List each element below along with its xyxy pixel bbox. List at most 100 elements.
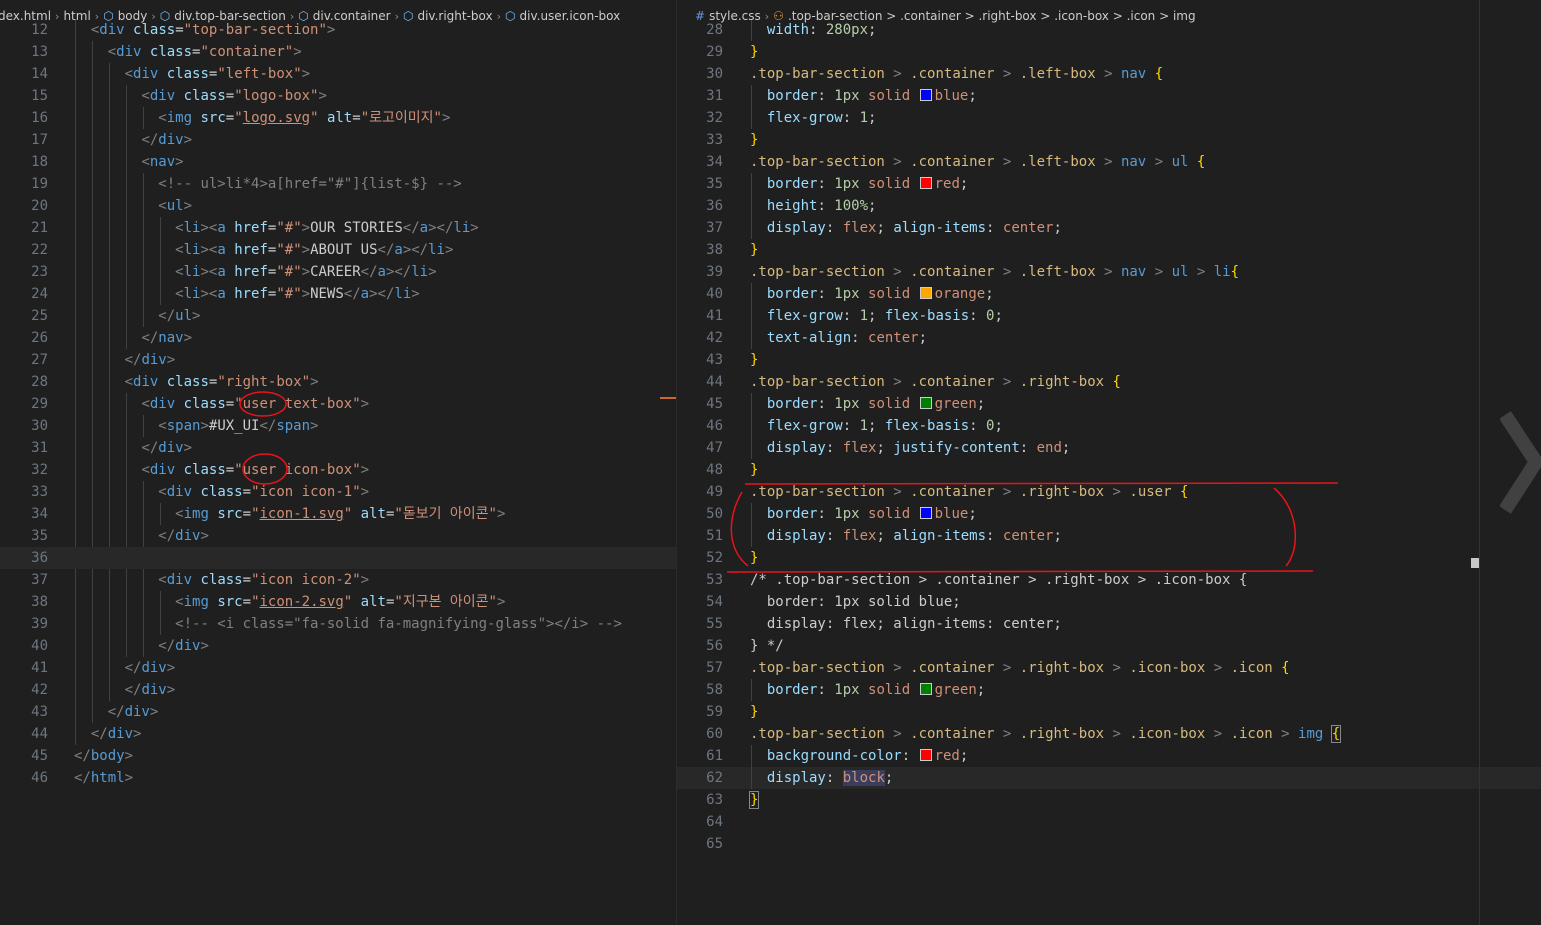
code-text: <ul>: [158, 198, 193, 214]
code-line[interactable]: 19 <!-- ul>li*4>a[href="#"]{list-$} -->: [0, 173, 676, 195]
code-line[interactable]: 54 border: 1px solid blue;: [677, 591, 1541, 613]
breadcrumb-item[interactable]: ⚇ .top-bar-section > .container > .right-…: [773, 9, 1195, 23]
code-line[interactable]: 41 flex-grow: 1; flex-basis: 0;: [677, 305, 1541, 327]
line-number: 22: [31, 242, 48, 258]
breadcrumb-item[interactable]: ⬡ div.top-bar-section: [160, 9, 286, 23]
code-line[interactable]: 23 <li><a href="#">CAREER</a></li>: [0, 261, 676, 283]
code-line[interactable]: 42 </div>: [0, 679, 676, 701]
code-line[interactable]: 51 display: flex; align-items: center;: [677, 525, 1541, 547]
code-line[interactable]: 63}: [677, 789, 1541, 811]
css-editor-pane[interactable]: 28 width: 280px; 29} 30 .top-bar-section > …: [677, 0, 1541, 925]
code-line[interactable]: 15 <div class="logo-box">: [0, 85, 676, 107]
code-line[interactable]: 27 </div>: [0, 349, 676, 371]
code-line[interactable]: 33}: [677, 129, 1541, 151]
code-line[interactable]: 40 border: 1px solid orange;: [677, 283, 1541, 305]
html-editor-pane[interactable]: 12 <div class="top-bar-section"> 13 <div …: [0, 0, 676, 925]
code-line[interactable]: 34 .top-bar-section > .container > .left-…: [677, 151, 1541, 173]
line-number: 38: [31, 594, 48, 610]
code-line[interactable]: 21 <li><a href="#">OUR STORIES</a></li>: [0, 217, 676, 239]
code-line[interactable]: 43 </div>: [0, 701, 676, 723]
code-line[interactable]: 37 <div class="icon icon-2">: [0, 569, 676, 591]
code-line[interactable]: 24 <li><a href="#">NEWS</a></li>: [0, 283, 676, 305]
code-line[interactable]: 17 </div>: [0, 129, 676, 151]
code-line[interactable]: 41 </div>: [0, 657, 676, 679]
code-line[interactable]: 42 text-align: center;: [677, 327, 1541, 349]
code-line[interactable]: 32 <div class="user icon-box">: [0, 459, 676, 481]
code-line[interactable]: 13 <div class="container">: [0, 41, 676, 63]
code-line[interactable]: 60 .top-bar-section > .container > .right…: [677, 723, 1541, 745]
code-text: display: block;: [766, 770, 894, 786]
code-line[interactable]: 38}: [677, 239, 1541, 261]
code-line[interactable]: 53 /* .top-bar-section > .container > .ri…: [677, 569, 1541, 591]
code-line[interactable]: 39 <!-- <i class="fa-solid fa-magnifying…: [0, 613, 676, 635]
scrollbar-thumb[interactable]: [1471, 558, 1479, 568]
breadcrumb-item[interactable]: html: [63, 9, 90, 23]
code-line[interactable]: 33 <div class="icon icon-1">: [0, 481, 676, 503]
code-line[interactable]: 22 <li><a href="#">ABOUT US</a></li>: [0, 239, 676, 261]
code-line[interactable]: 20 <ul>: [0, 195, 676, 217]
code-text: }: [748, 791, 760, 809]
breadcrumb-item[interactable]: # style.css: [695, 9, 761, 23]
code-line[interactable]: 28 <div class="right-box">: [0, 371, 676, 393]
code-line[interactable]: 30 <span>#UX_UI</span>: [0, 415, 676, 437]
code-line[interactable]: 58 border: 1px solid green;: [677, 679, 1541, 701]
code-line[interactable]: 32 flex-grow: 1;: [677, 107, 1541, 129]
code-text: border: 1px solid red;: [766, 176, 969, 192]
code-line[interactable]: 29}: [677, 41, 1541, 63]
code-text: <li><a href="#">OUR STORIES</a></li>: [175, 220, 479, 236]
line-number: 31: [706, 88, 723, 104]
selector-symbol-icon: ⚇: [773, 9, 784, 23]
code-line[interactable]: 52}: [677, 547, 1541, 569]
code-line[interactable]: 37 display: flex; align-items: center;: [677, 217, 1541, 239]
code-line[interactable]: 25 </ul>: [0, 305, 676, 327]
code-line[interactable]: 46 </html>: [0, 767, 676, 789]
code-line[interactable]: 59}: [677, 701, 1541, 723]
code-line[interactable]: 55 display: flex; align-items: center;: [677, 613, 1541, 635]
breadcrumb-item[interactable]: ⬡ body: [103, 9, 147, 23]
line-number: 28: [31, 374, 48, 390]
code-line[interactable]: 57 .top-bar-section > .container > .right…: [677, 657, 1541, 679]
breadcrumb-item[interactable]: ⬡ div.user.icon-box: [505, 9, 620, 23]
code-line[interactable]: 31 border: 1px solid blue;: [677, 85, 1541, 107]
html-code-area[interactable]: 12 <div class="top-bar-section"> 13 <div …: [0, 19, 676, 789]
code-line[interactable]: 61 background-color: red;: [677, 745, 1541, 767]
code-line[interactable]: 47 display: flex; justify-content: end;: [677, 437, 1541, 459]
line-number: 16: [31, 110, 48, 126]
code-line[interactable]: 46 flex-grow: 1; flex-basis: 0;: [677, 415, 1541, 437]
code-line[interactable]: 50 border: 1px solid blue;: [677, 503, 1541, 525]
code-line[interactable]: 36: [0, 547, 676, 569]
code-line[interactable]: 45 </body>: [0, 745, 676, 767]
code-line[interactable]: 65: [677, 833, 1541, 855]
code-line[interactable]: 35 </div>: [0, 525, 676, 547]
code-line[interactable]: 18 <nav>: [0, 151, 676, 173]
breadcrumb-item[interactable]: ⬡ div.container: [298, 9, 390, 23]
code-line[interactable]: 26 </nav>: [0, 327, 676, 349]
code-line[interactable]: 64: [677, 811, 1541, 833]
code-line[interactable]: 45 border: 1px solid green;: [677, 393, 1541, 415]
code-line[interactable]: 48}: [677, 459, 1541, 481]
code-line[interactable]: 14 <div class="left-box">: [0, 63, 676, 85]
code-line[interactable]: 29 <div class="user text-box">: [0, 393, 676, 415]
code-line[interactable]: 35 border: 1px solid red;: [677, 173, 1541, 195]
code-line[interactable]: 44 </div>: [0, 723, 676, 745]
line-number: 41: [706, 308, 723, 324]
code-line[interactable]: 40 </div>: [0, 635, 676, 657]
code-line[interactable]: 39 .top-bar-section > .container > .left-…: [677, 261, 1541, 283]
code-line[interactable]: 34 <img src="icon-1.svg" alt="돋보기 아이콘">: [0, 503, 676, 525]
code-line[interactable]: 38 <img src="icon-2.svg" alt="지구본 아이콘">: [0, 591, 676, 613]
code-line[interactable]: 44 .top-bar-section > .container > .right…: [677, 371, 1541, 393]
breadcrumb-item[interactable]: ⬡ div.right-box: [403, 9, 493, 23]
line-number: 47: [706, 440, 723, 456]
code-line[interactable]: 31 </div>: [0, 437, 676, 459]
code-line[interactable]: 62 display: block;: [677, 767, 1541, 789]
code-text: <div class="icon icon-2">: [158, 572, 370, 588]
css-code-area[interactable]: 28 width: 280px; 29} 30 .top-bar-section > …: [677, 19, 1541, 855]
code-line[interactable]: 43}: [677, 349, 1541, 371]
code-line[interactable]: 30 .top-bar-section > .container > .left-…: [677, 63, 1541, 85]
code-line[interactable]: 56} */: [677, 635, 1541, 657]
element-cube-icon: ⬡: [103, 9, 114, 23]
breadcrumb-item[interactable]: dex.html: [0, 9, 51, 23]
code-line[interactable]: 16 <img src="logo.svg" alt="로고이미지">: [0, 107, 676, 129]
code-line[interactable]: 36 height: 100%;: [677, 195, 1541, 217]
code-line[interactable]: 49 .top-bar-section > .container > .right…: [677, 481, 1541, 503]
